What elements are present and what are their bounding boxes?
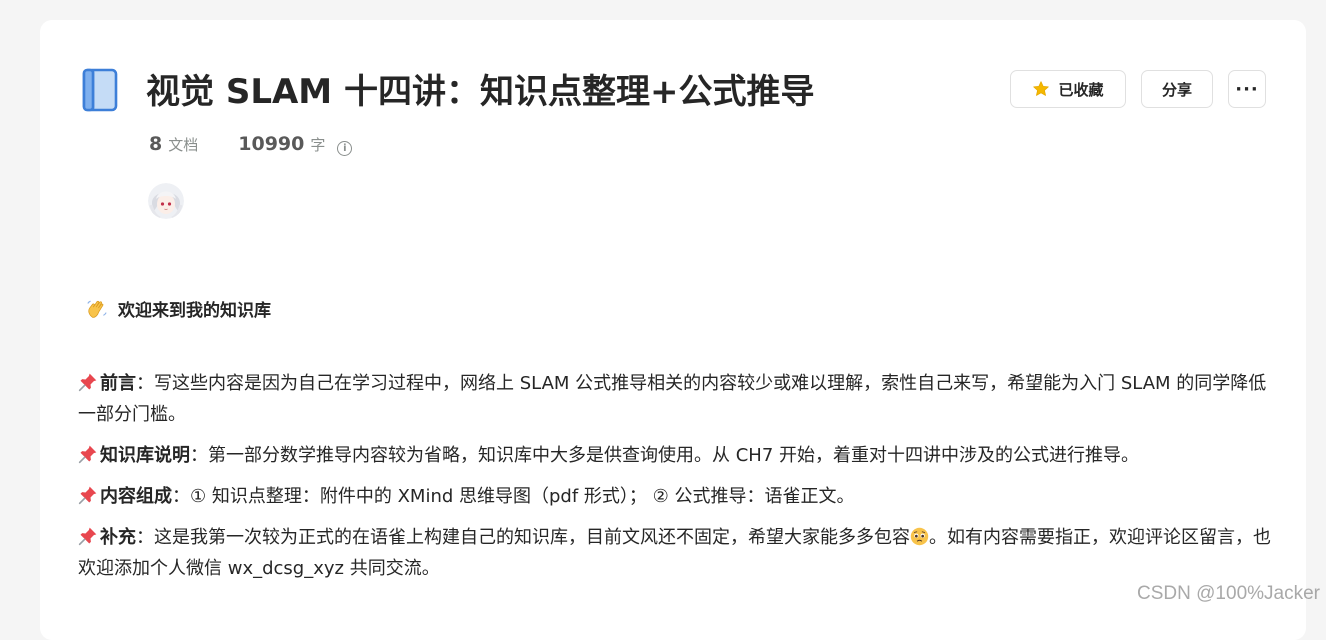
knowledge-base-card: 视觉 SLAM 十四讲：知识点整理+公式推导 已收藏 分享 ··· 8 文档 1… xyxy=(40,20,1306,640)
section-content-composition: 内容组成：① 知识点整理：附件中的 XMind 思维导图（pdf 形式）； ② … xyxy=(78,481,1278,512)
section-body: ：第一部分数学推导内容较为省略，知识库中大多是供查询使用。从 CH7 开始，着重… xyxy=(190,445,1139,466)
info-icon[interactable]: i xyxy=(337,141,352,156)
section-heading: 前言 xyxy=(100,373,136,394)
welcome-line: 欢迎来到我的知识库 xyxy=(86,296,271,321)
section-heading: 内容组成 xyxy=(100,486,172,507)
share-button-label: 分享 xyxy=(1162,79,1192,100)
section-body: ：① 知识点整理：附件中的 XMind 思维导图（pdf 形式）； ② 公式推导… xyxy=(172,486,855,507)
more-options-button[interactable]: ··· xyxy=(1228,70,1266,108)
pleading-face-icon xyxy=(910,527,929,546)
words-count: 10990 xyxy=(238,133,304,155)
pushpin-icon xyxy=(78,372,98,392)
docs-count: 8 xyxy=(149,133,162,155)
stats-bar: 8 文档 10990 字 i xyxy=(149,133,352,155)
waving-hand-icon xyxy=(86,298,108,320)
section-heading: 补充 xyxy=(100,527,136,548)
avatar[interactable] xyxy=(148,183,184,219)
watermark: CSDN @100%Jacker xyxy=(1137,583,1320,605)
intro-sections: 前言：写这些内容是因为自己在学习过程中，网络上 SLAM 公式推导相关的内容较少… xyxy=(78,368,1278,594)
section-body: ：写这些内容是因为自己在学习过程中，网络上 SLAM 公式推导相关的内容较少或难… xyxy=(78,373,1266,425)
page-title: 视觉 SLAM 十四讲：知识点整理+公式推导 xyxy=(146,70,814,114)
section-kb-description: 知识库说明：第一部分数学推导内容较为省略，知识库中大多是供查询使用。从 CH7 … xyxy=(78,440,1278,471)
section-supplement: 补充：这是我第一次较为正式的在语雀上构建自己的知识库，目前文风还不固定，希望大家… xyxy=(78,522,1278,584)
more-icon: ··· xyxy=(1235,79,1259,100)
user-avatar-icon xyxy=(148,183,184,219)
section-preface: 前言：写这些内容是因为自己在学习过程中，网络上 SLAM 公式推导相关的内容较少… xyxy=(78,368,1278,430)
words-unit: 字 xyxy=(310,134,325,155)
welcome-text: 欢迎来到我的知识库 xyxy=(118,296,271,321)
docs-unit: 文档 xyxy=(168,134,198,155)
header-actions: 已收藏 分享 ··· xyxy=(1010,70,1266,108)
book-icon xyxy=(82,68,118,112)
collect-button[interactable]: 已收藏 xyxy=(1010,70,1126,108)
share-button[interactable]: 分享 xyxy=(1141,70,1213,108)
star-icon xyxy=(1032,80,1050,98)
pushpin-icon xyxy=(78,526,98,546)
section-heading: 知识库说明 xyxy=(100,445,190,466)
section-body: ：这是我第一次较为正式的在语雀上构建自己的知识库，目前文风还不固定，希望大家能多… xyxy=(136,527,910,548)
pushpin-icon xyxy=(78,485,98,505)
collect-button-label: 已收藏 xyxy=(1058,79,1103,100)
pushpin-icon xyxy=(78,444,98,464)
